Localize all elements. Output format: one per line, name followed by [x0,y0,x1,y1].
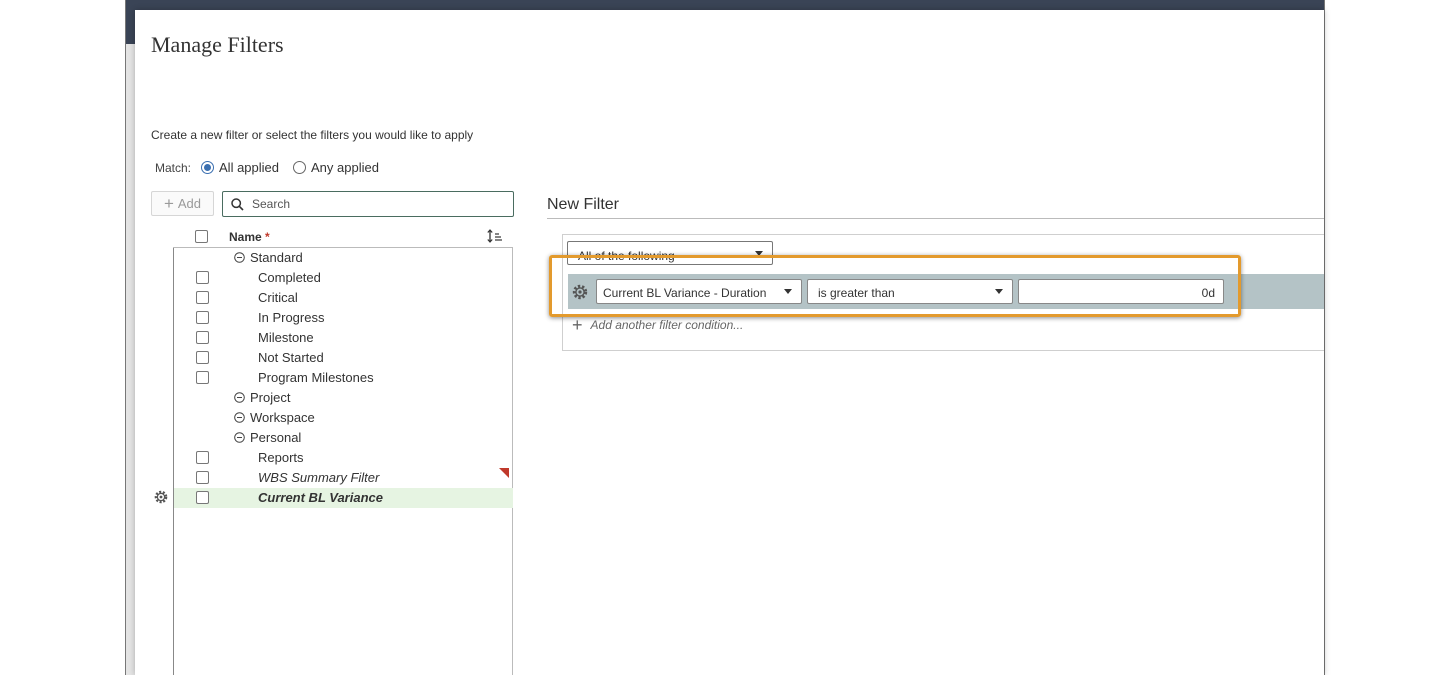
item-checkbox[interactable] [196,331,209,344]
dialog-title: Manage Filters [151,32,284,57]
item-label: Milestone [258,330,314,345]
divider [547,218,1324,219]
list-item[interactable]: WBS Summary Filter [174,468,513,488]
group-project[interactable]: Project [174,388,513,408]
item-label: WBS Summary Filter [258,470,380,485]
list-item[interactable]: In Progress [174,308,513,328]
list-header: Name * [173,226,513,248]
match-row: Match: All applied Any applied [155,160,393,175]
highlight-box [549,255,1241,317]
select-all-checkbox[interactable] [195,230,208,243]
plus-icon: + [163,194,174,213]
search-icon [231,197,244,211]
list-item[interactable]: Milestone [174,328,513,348]
group-personal[interactable]: Personal [174,428,513,448]
item-label: Critical [258,290,298,305]
match-any-radio[interactable] [293,161,307,174]
match-any-option[interactable]: Any applied [293,160,379,175]
list-item[interactable]: Reports [174,448,513,468]
plus-icon: + [572,315,583,335]
group-workspace[interactable]: Workspace [174,408,513,428]
search-input[interactable] [252,197,492,211]
match-all-option[interactable]: All applied [201,160,279,175]
modified-flag-icon [499,468,509,478]
sort-icon[interactable] [487,229,503,243]
group-label: Personal [250,430,302,445]
item-label: Current BL Variance [258,490,383,505]
item-checkbox[interactable] [196,311,209,324]
item-label: Reports [258,450,304,465]
item-checkbox[interactable] [196,371,209,384]
required-marker: * [265,230,270,244]
collapse-icon[interactable] [234,392,245,403]
add-condition-link[interactable]: + Add another filter condition... [572,316,743,334]
item-checkbox[interactable] [196,271,209,284]
list-item[interactable]: Program Milestones [174,368,513,388]
collapse-icon[interactable] [234,432,245,443]
match-all-label: All applied [219,160,280,175]
group-label: Standard [250,250,303,265]
list-item-selected[interactable]: Current BL Variance [174,488,513,508]
add-filter-button[interactable]: + Add [151,191,214,216]
item-checkbox[interactable] [196,491,209,504]
gear-icon[interactable] [154,490,168,504]
collapse-icon[interactable] [234,412,245,423]
item-checkbox[interactable] [196,451,209,464]
search-field[interactable] [222,191,514,217]
column-name-label: Name [229,230,262,244]
group-label: Project [250,390,291,405]
column-name-header[interactable]: Name * [229,230,270,244]
dialog-instructions: Create a new filter or select the filter… [151,128,474,142]
group-label: Workspace [250,410,315,425]
filter-list: Standard Completed Critical In Progress … [173,248,513,675]
item-label: Program Milestones [258,370,374,385]
item-checkbox[interactable] [196,471,209,484]
collapse-icon[interactable] [234,252,245,263]
manage-filters-dialog: Manage Filters Create a new filter or se… [135,10,1324,675]
list-item[interactable]: Critical [174,288,513,308]
item-checkbox[interactable] [196,351,209,364]
item-label: Completed [258,270,321,285]
item-label: In Progress [258,310,325,325]
group-standard[interactable]: Standard [174,248,513,268]
item-label: Not Started [258,350,324,365]
match-any-label: Any applied [311,160,379,175]
match-all-radio[interactable] [201,161,215,174]
item-checkbox[interactable] [196,291,209,304]
new-filter-title: New Filter [547,196,620,213]
add-filter-label: Add [177,196,202,211]
add-condition-label: Add another filter condition... [590,318,744,332]
list-item[interactable]: Not Started [174,348,513,368]
list-item[interactable]: Completed [174,268,513,288]
match-label: Match: [155,160,192,175]
